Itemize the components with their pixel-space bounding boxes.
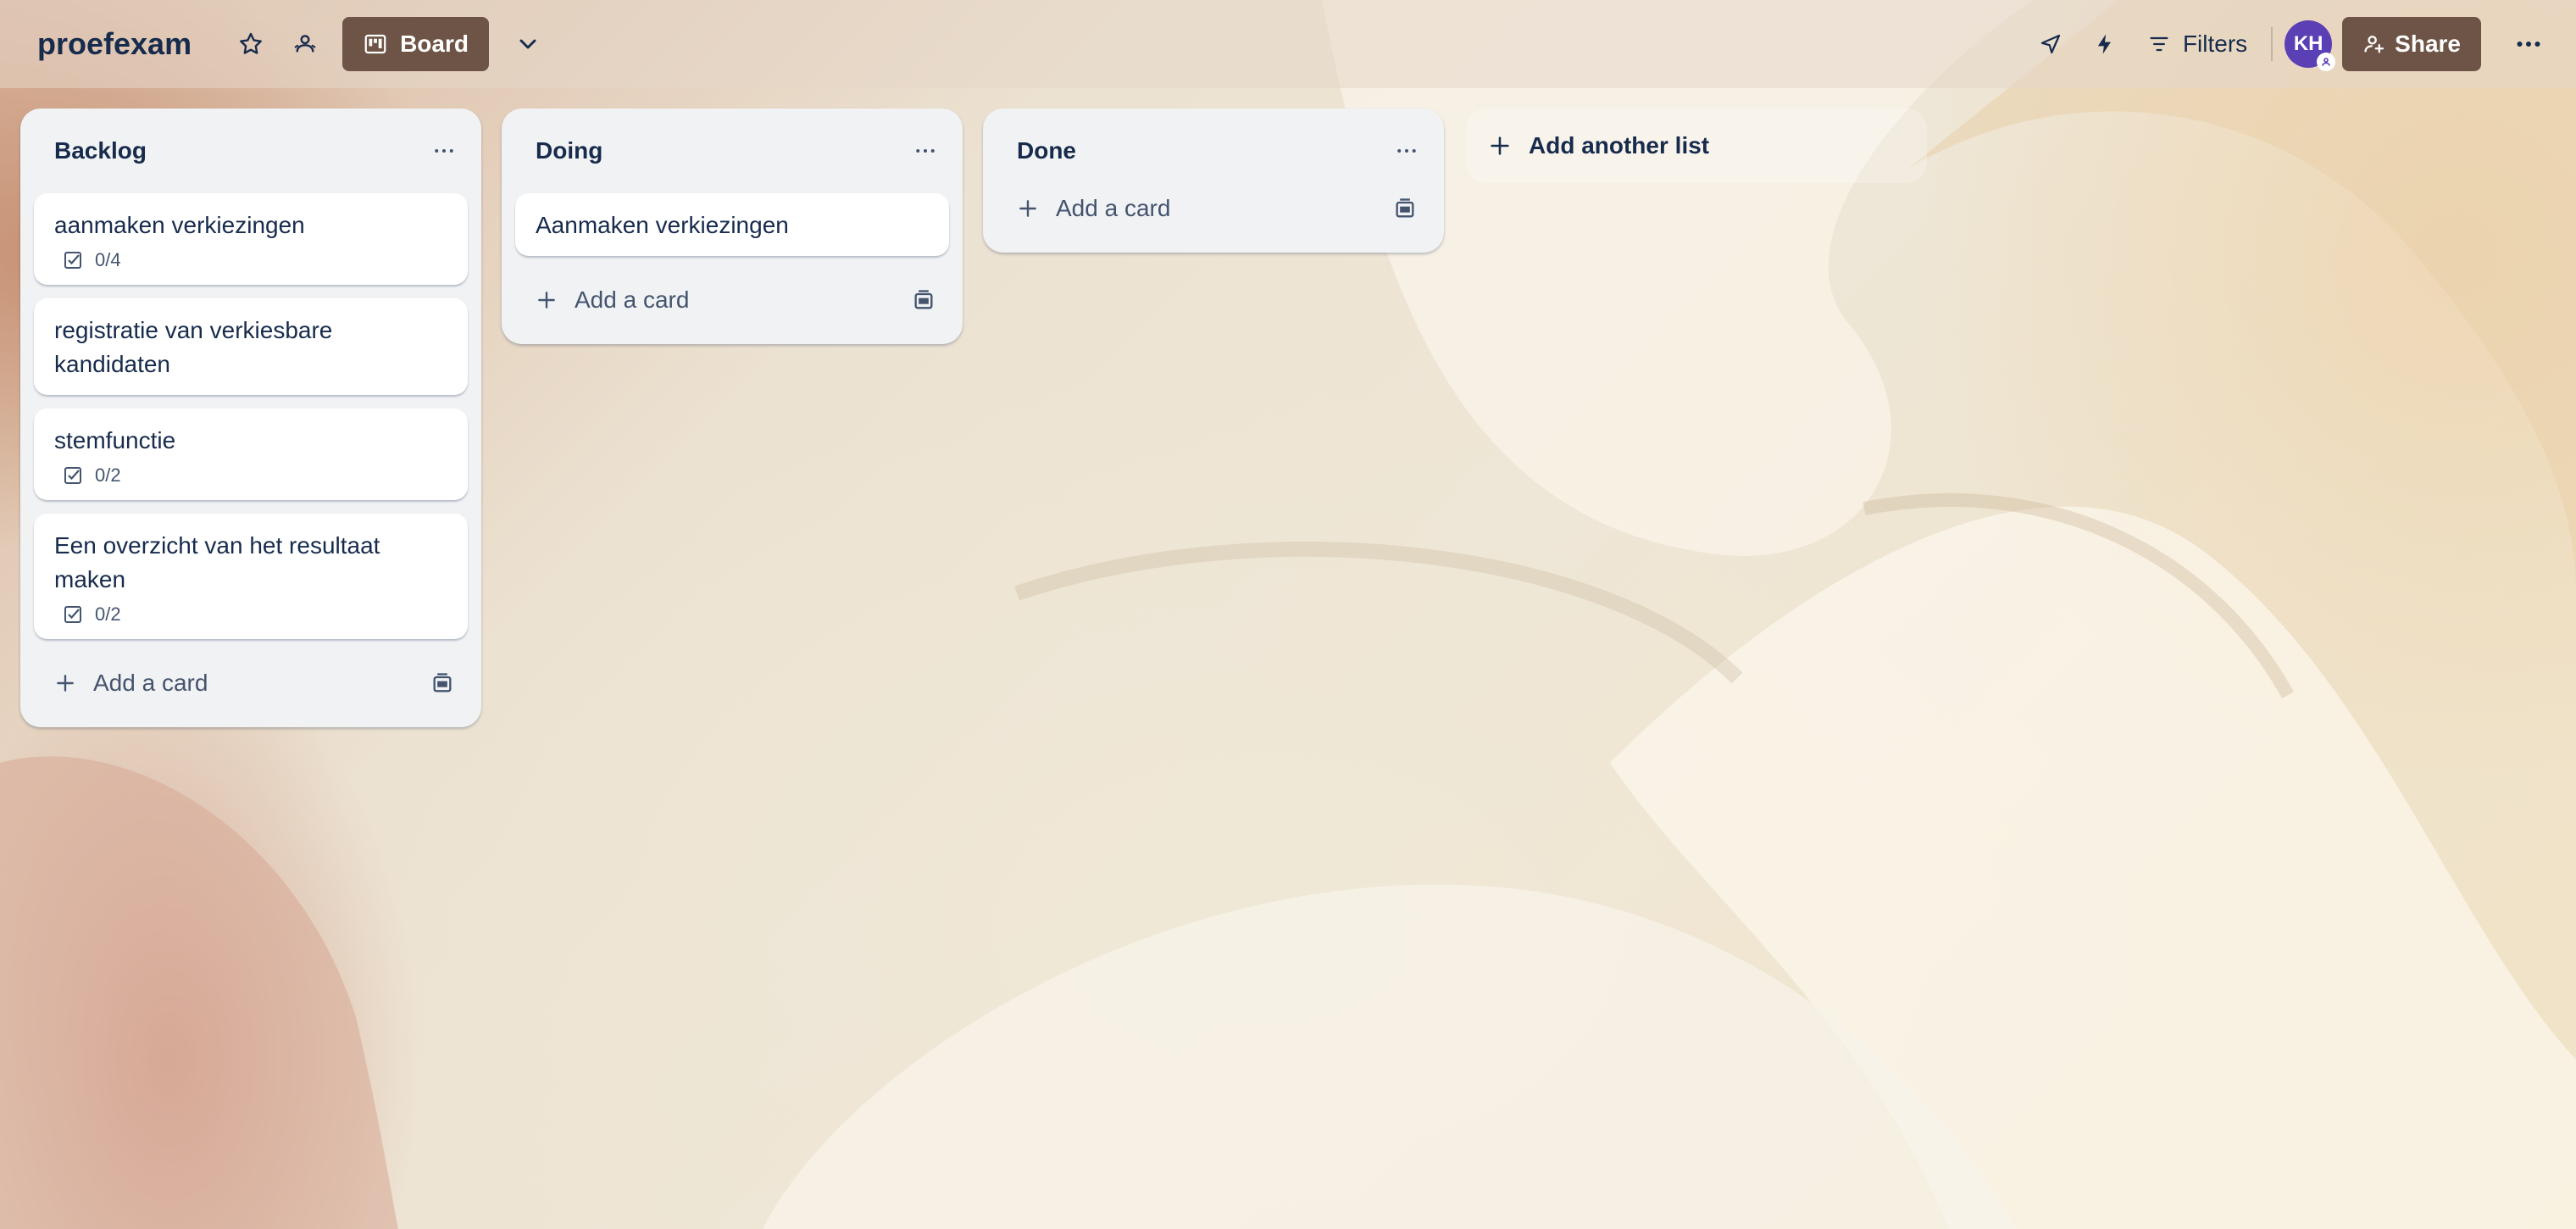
- star-icon: [240, 32, 263, 54]
- board-view-label: Board: [400, 31, 469, 57]
- card[interactable]: Aanmaken verkiezingen: [515, 193, 949, 256]
- card-title: Aanmaken verkiezingen: [536, 212, 789, 238]
- checklist-icon: [64, 252, 81, 269]
- list-doing: Doing Aanmaken verkiezingen Add a card: [502, 108, 963, 344]
- list-menu-icon: [1397, 149, 1416, 153]
- board-view-button[interactable]: Board: [342, 17, 489, 71]
- views-dropdown-button[interactable]: [504, 20, 552, 68]
- list-done: Done Add a card: [983, 108, 1444, 253]
- plus-icon: [1491, 136, 1509, 155]
- card-title: stemfunctie: [54, 427, 176, 453]
- card[interactable]: aanmaken verkiezingen 0/4: [34, 193, 468, 285]
- workspace-visibility-icon: [294, 35, 316, 53]
- board-title[interactable]: proefexam: [37, 26, 192, 62]
- list-menu-button[interactable]: [1383, 127, 1430, 175]
- automation-button[interactable]: [2081, 20, 2129, 68]
- list-backlog: Backlog aanmaken verkiezingen 0/4 regist…: [20, 108, 481, 727]
- share-button[interactable]: Share: [2342, 17, 2481, 71]
- card[interactable]: stemfunctie 0/2: [34, 409, 468, 500]
- power-ups-icon: [2040, 34, 2061, 54]
- card-template-icon[interactable]: [430, 671, 454, 695]
- avatar-initials: KH: [2293, 32, 2323, 55]
- chevron-down-icon: [519, 39, 536, 49]
- share-label: Share: [2395, 31, 2461, 57]
- filter-icon: [2150, 36, 2168, 52]
- add-card-label: Add a card: [575, 286, 690, 313]
- plus-icon: [1019, 200, 1036, 217]
- list-menu-icon: [916, 149, 935, 153]
- list-header: Backlog: [34, 108, 468, 193]
- add-list-button[interactable]: Add another list: [1466, 108, 1927, 183]
- list-header: Doing: [515, 108, 949, 193]
- header-divider: [2271, 27, 2273, 61]
- card-template-icon[interactable]: [912, 288, 935, 312]
- filters-button[interactable]: Filters: [2135, 17, 2259, 71]
- more-icon: [2517, 42, 2540, 47]
- add-card-button[interactable]: Add a card: [34, 653, 468, 714]
- add-card-label: Add a card: [1056, 195, 1171, 221]
- plus-icon: [538, 292, 555, 309]
- checklist-icon: [64, 467, 81, 484]
- add-card-label: Add a card: [93, 670, 208, 696]
- checklist-count: 0/2: [95, 464, 121, 486]
- add-card-button[interactable]: Add a card: [997, 178, 1430, 239]
- card-title: aanmaken verkiezingen: [54, 212, 305, 238]
- share-user-icon: [2364, 36, 2384, 53]
- board-header: proefexam Board Filters KH Share: [0, 0, 2576, 88]
- avatar[interactable]: KH: [2285, 20, 2336, 71]
- board-icon: [364, 34, 386, 54]
- plus-icon: [57, 675, 74, 692]
- add-card-button[interactable]: Add a card: [515, 270, 949, 331]
- admin-badge-icon: [2317, 53, 2336, 71]
- card-title: Een overzicht van het resultaat maken: [54, 532, 380, 592]
- list-title[interactable]: Done: [1017, 137, 1076, 164]
- card[interactable]: Een overzicht van het resultaat maken 0/…: [34, 514, 468, 639]
- checklist-badge: 0/2: [54, 603, 447, 626]
- visibility-button[interactable]: [281, 20, 329, 68]
- automation-icon: [2097, 34, 2111, 54]
- filters-label: Filters: [2182, 31, 2248, 57]
- checklist-icon: [64, 606, 81, 623]
- checklist-count: 0/4: [95, 249, 121, 270]
- list-menu-icon: [435, 149, 453, 153]
- card-title: registratie van verkiesbare kandidaten: [54, 317, 333, 377]
- add-list-label: Add another list: [1529, 132, 1710, 158]
- checklist-badge: 0/4: [54, 249, 447, 271]
- list-menu-button[interactable]: [420, 127, 468, 175]
- checklist-count: 0/2: [95, 603, 121, 625]
- list-title[interactable]: Doing: [536, 137, 602, 164]
- checklist-badge: 0/2: [54, 464, 447, 487]
- star-button[interactable]: [227, 20, 275, 68]
- list-menu-button[interactable]: [902, 127, 949, 175]
- list-title[interactable]: Backlog: [54, 137, 147, 164]
- card[interactable]: registratie van verkiesbare kandidaten: [34, 298, 468, 395]
- power-ups-button[interactable]: [2027, 20, 2074, 68]
- board-menu-button[interactable]: [2501, 17, 2556, 71]
- card-template-icon[interactable]: [1393, 197, 1417, 220]
